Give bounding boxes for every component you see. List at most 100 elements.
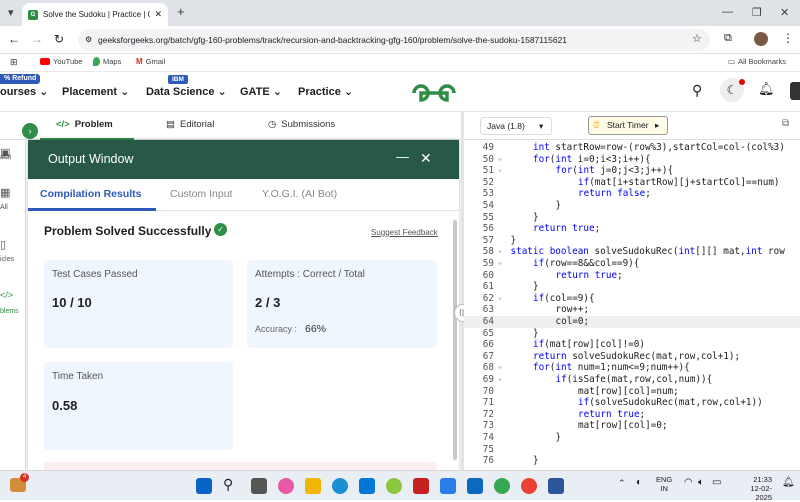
bell-icon[interactable]: 🔔︎ [758, 81, 775, 97]
code-line[interactable]: 68 ⌄ for(int num=1;num<=9;num++){ [464, 362, 800, 374]
close-output-icon[interactable]: ✕ [420, 150, 432, 167]
code-line[interactable]: 62 ⌄ if(col==9){ [464, 293, 800, 305]
code-line[interactable]: 71 if(solveSudokuRec(mat,row,col+1)) [464, 397, 800, 409]
browser-tab[interactable]: G Solve the Sudoku | Practice | Ge ✕ [22, 3, 168, 26]
code-line[interactable]: 58 ⌄ static boolean solveSudokuRec(int[][]… [464, 246, 800, 258]
code-line[interactable]: 74} [464, 432, 800, 444]
volume-icon[interactable]: 🔈︎ [698, 477, 704, 488]
code-line[interactable]: 57} [464, 235, 800, 247]
minimize-output-icon[interactable]: — [396, 149, 409, 164]
code-line[interactable]: 54} [464, 200, 800, 212]
tab-search-icon[interactable]: ▾ [8, 6, 14, 19]
taskbar-search-icon[interactable]: ⚲ [223, 476, 233, 493]
nav-placement[interactable]: Placement ⌄ [62, 85, 129, 98]
tab-editorial[interactable]: ▤ Editorial [166, 119, 214, 130]
file-explorer-icon[interactable] [305, 478, 321, 494]
bookmark-star-icon[interactable]: ☆ [692, 32, 702, 45]
fold-chevron-icon[interactable]: ⌄ [498, 154, 502, 162]
nav-data-science[interactable]: Data Science ⌄ [146, 85, 227, 98]
site-info-icon[interactable]: ⚙ [85, 29, 92, 51]
copilot-icon[interactable] [278, 478, 294, 494]
close-tab-icon[interactable]: ✕ [154, 9, 162, 20]
code-line[interactable]: 49 int startRow=row-(row%3),startCol=col-… [464, 142, 800, 154]
sidebar-item-articles[interactable]: icles [0, 256, 14, 263]
sidebar-item-dashboard[interactable]: ash [0, 154, 11, 161]
maximize-icon[interactable]: ❐ [752, 6, 762, 19]
minimize-icon[interactable]: — [722, 6, 733, 18]
suggest-feedback-link[interactable]: Suggest Feedback [371, 228, 438, 237]
code-line[interactable]: 56 return true; [464, 223, 800, 235]
bookmark-maps[interactable]: Maps [93, 57, 121, 66]
tray-app-icon[interactable]: ◐ [636, 477, 642, 488]
nav-courses[interactable]: ourses ⌄ [0, 85, 48, 98]
all-bookmarks[interactable]: ▭ All Bookmarks [728, 57, 786, 66]
bookmark-youtube[interactable]: YouTube [40, 57, 82, 66]
sidebar-item-all[interactable]: All [0, 204, 8, 211]
language-select[interactable]: Java (1.8) ▾ [480, 117, 552, 135]
search-icon[interactable]: ⚲ [692, 82, 702, 99]
code-line[interactable]: 76} [464, 455, 800, 467]
mcafee-icon[interactable] [413, 478, 429, 494]
store-icon[interactable] [359, 478, 375, 494]
reload-icon[interactable]: ↻ [54, 32, 64, 46]
back-icon[interactable]: ← [8, 32, 20, 46]
output-scrollbar[interactable] [453, 220, 457, 460]
code-line[interactable]: 66 if(mat[row][col]!=0) [464, 339, 800, 351]
edge-icon[interactable] [332, 478, 348, 494]
fold-chevron-icon[interactable]: ⌄ [498, 258, 502, 266]
tab-yogi-ai-bot[interactable]: Y.O.G.I. (AI Bot) [262, 188, 337, 200]
tray-chevron-icon[interactable]: ⌃ [618, 478, 626, 489]
code-line[interactable]: 52 if(mat[i+startRow][j+startCol]==num) [464, 177, 800, 189]
fold-chevron-icon[interactable]: ⌄ [498, 165, 502, 173]
code-line[interactable]: 51 ⌄ for(int j=0;j<3;j++){ [464, 165, 800, 177]
tab-submissions[interactable]: ◷ Submissions [268, 119, 335, 130]
windows-start-icon[interactable] [196, 478, 212, 494]
code-line[interactable]: 69 ⌄ if(isSafe(mat,row,col,num)){ [464, 374, 800, 386]
code-line[interactable]: 60 return true; [464, 270, 800, 282]
code-line[interactable]: 75 [464, 444, 800, 456]
copy-icon[interactable]: ⧉ [782, 118, 789, 129]
notifications-bell-icon[interactable]: 🔔︎ [782, 477, 795, 488]
tab-compilation-results[interactable]: Compilation Results [40, 188, 142, 200]
all-icon[interactable]: ▦ [0, 186, 10, 199]
apps-grid-icon[interactable]: ⊞ [10, 57, 18, 68]
tab-problem[interactable]: </> Problem [56, 119, 113, 130]
wifi-icon[interactable]: ◠ [684, 477, 693, 488]
code-line[interactable]: 55} [464, 212, 800, 224]
gfg-logo-icon[interactable] [410, 82, 458, 104]
word-icon[interactable] [548, 478, 564, 494]
browser-menu-icon[interactable]: ⋮ [782, 31, 794, 45]
fold-chevron-icon[interactable]: ⌄ [498, 374, 502, 382]
problems-icon[interactable]: </> [0, 290, 13, 300]
fold-chevron-icon[interactable]: ⌄ [498, 293, 502, 301]
chrome-icon[interactable] [494, 478, 510, 494]
code-editor[interactable]: 49 int startRow=row-(row%3),startCol=col-… [464, 140, 800, 470]
code-line[interactable]: 70 mat[row][col]=num; [464, 386, 800, 398]
sidebar-item-problems[interactable]: blems [0, 308, 19, 315]
extensions-icon[interactable]: ⧉ [724, 32, 732, 45]
url-input[interactable]: ⚙ geeksforgeeks.org/batch/gfg-160-proble… [78, 29, 710, 51]
code-line[interactable]: 64 col=0; [464, 316, 800, 328]
battery-icon[interactable]: ▭ [712, 477, 721, 488]
forward-icon[interactable]: → [31, 32, 43, 46]
code-line[interactable]: 59 ⌄ if(row==8&&col==9){ [464, 258, 800, 270]
expand-sidebar-icon[interactable]: › [22, 123, 38, 139]
code-line[interactable]: 53 return false; [464, 188, 800, 200]
new-tab-icon[interactable]: + [177, 4, 185, 19]
language-indicator[interactable]: ENG IN [656, 475, 672, 493]
code-line[interactable]: 67 return solveSudokuRec(mat,row,col+1); [464, 351, 800, 363]
nav-practice[interactable]: Practice ⌄ [298, 85, 353, 98]
clock[interactable]: 21:33 12-02-2025 [734, 475, 772, 502]
code-line[interactable]: 63 row++; [464, 304, 800, 316]
start-timer-button[interactable]: ⏰︎ Start Timer ▸ [588, 116, 668, 135]
app-icon[interactable] [386, 478, 402, 494]
close-window-icon[interactable]: ✕ [780, 6, 789, 19]
fold-chevron-icon[interactable]: ⌄ [498, 362, 502, 370]
tab-custom-input[interactable]: Custom Input [170, 188, 232, 200]
outlook-icon[interactable] [467, 478, 483, 494]
fold-chevron-icon[interactable]: ⌄ [498, 246, 502, 254]
articles-icon[interactable]: ▯ [0, 238, 6, 251]
code-line[interactable]: 73 mat[row][col]=0; [464, 420, 800, 432]
nav-gate[interactable]: GATE ⌄ [240, 85, 282, 98]
app-icon-2[interactable] [440, 478, 456, 494]
